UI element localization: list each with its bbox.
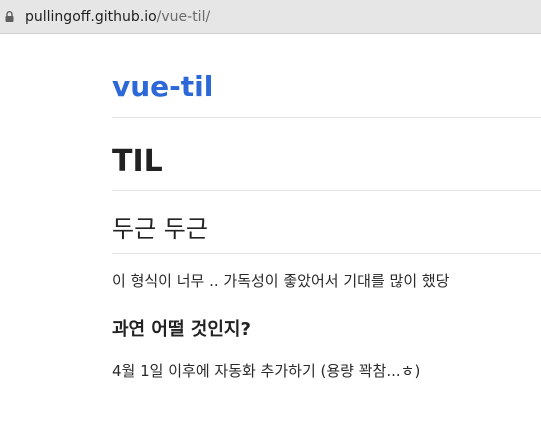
page-heading: TIL bbox=[112, 144, 163, 179]
divider bbox=[112, 253, 541, 254]
address-bar[interactable]: pullingoff.github.io/vue-til/ bbox=[0, 0, 541, 34]
page-content: vue-til TIL 두근 두근 이 형식이 너무 .. 가독성이 좋았어서 … bbox=[0, 35, 541, 429]
url-text[interactable]: pullingoff.github.io/vue-til/ bbox=[25, 8, 210, 26]
url-path: /vue-til/ bbox=[156, 9, 211, 25]
subsection-heading: 과연 어떨 것인지? bbox=[112, 319, 251, 340]
divider bbox=[112, 117, 541, 118]
lock-icon bbox=[5, 11, 14, 22]
site-title-link[interactable]: vue-til bbox=[112, 69, 213, 105]
divider bbox=[112, 190, 541, 191]
paragraph: 이 형식이 너무 .. 가독성이 좋았어서 기대를 많이 했당 bbox=[112, 272, 450, 290]
url-host: pullingoff.github.io bbox=[25, 9, 157, 25]
paragraph: 4월 1일 이후에 자동화 추가하기 (용량 꽉참...ㅎ) bbox=[112, 362, 421, 380]
section-heading: 두근 두근 bbox=[112, 215, 208, 243]
